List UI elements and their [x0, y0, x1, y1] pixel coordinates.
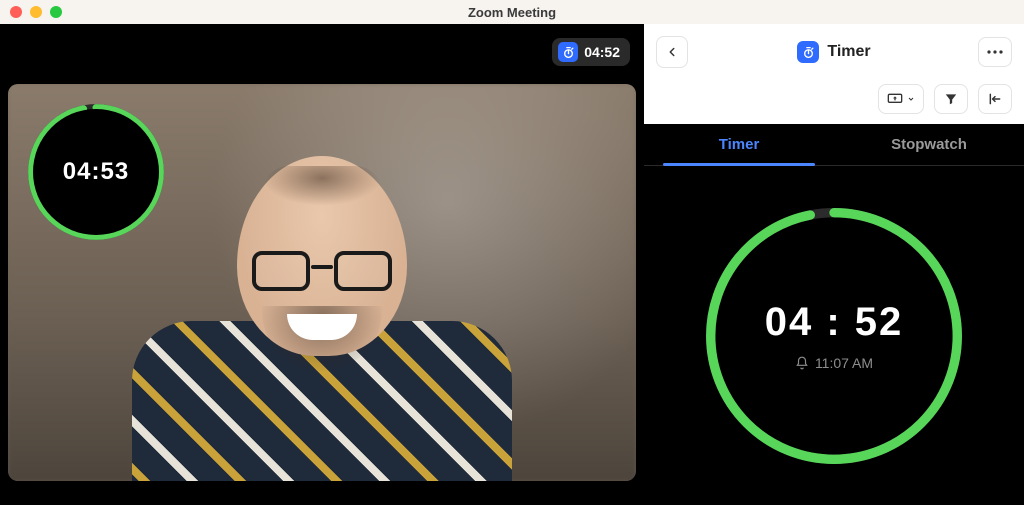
ellipsis-icon [987, 50, 1003, 54]
titlebar: Zoom Meeting [0, 0, 1024, 24]
big-timer-value: 04 : 52 [765, 300, 904, 345]
back-button[interactable] [656, 36, 688, 68]
stopwatch-icon [558, 42, 578, 62]
window-title: Zoom Meeting [0, 5, 1024, 20]
video-frame[interactable]: 04:53 [8, 84, 636, 481]
window-controls [10, 6, 62, 18]
side-panel-title: Timer [827, 43, 870, 61]
mini-timer-value: 04:52 [584, 44, 620, 60]
screen-share-icon [887, 93, 903, 105]
tab-stopwatch[interactable]: Stopwatch [834, 124, 1024, 165]
big-timer-face: 04 : 52 11:07 AM [712, 214, 956, 458]
video-top-bar: 04:52 [0, 24, 644, 84]
video-pane: 04:52 [0, 24, 644, 505]
fullscreen-window-button[interactable] [50, 6, 62, 18]
main-split: 04:52 [0, 24, 1024, 505]
share-screen-button[interactable] [878, 84, 924, 114]
app-window: Zoom Meeting 04:52 [0, 0, 1024, 505]
collapse-button[interactable] [978, 84, 1012, 114]
minimize-window-button[interactable] [30, 6, 42, 18]
participant-video [112, 141, 532, 481]
end-time-value: 11:07 AM [815, 355, 873, 371]
bell-icon [795, 356, 809, 370]
filter-icon [944, 92, 958, 106]
chevron-left-icon [665, 45, 679, 59]
more-button[interactable] [978, 37, 1012, 67]
collapse-icon [988, 92, 1002, 106]
chevron-down-icon [907, 95, 915, 103]
timer-panel: Timer Stopwatch 04 : 52 [644, 124, 1024, 505]
side-panel: Timer [644, 24, 1024, 505]
tab-timer[interactable]: Timer [644, 124, 834, 165]
big-timer-area: 04 : 52 11:07 AM [644, 166, 1024, 505]
filter-button[interactable] [934, 84, 968, 114]
overlay-timer: 04:53 [26, 102, 166, 242]
big-timer[interactable]: 04 : 52 11:07 AM [700, 202, 968, 470]
timer-tabs: Timer Stopwatch [644, 124, 1024, 166]
end-time-row: 11:07 AM [795, 355, 873, 371]
stopwatch-icon [797, 41, 819, 63]
side-toolbar [644, 80, 1024, 124]
mini-timer-badge[interactable]: 04:52 [552, 38, 630, 66]
close-window-button[interactable] [10, 6, 22, 18]
overlay-timer-value: 04:53 [33, 109, 159, 235]
side-header: Timer [644, 24, 1024, 80]
